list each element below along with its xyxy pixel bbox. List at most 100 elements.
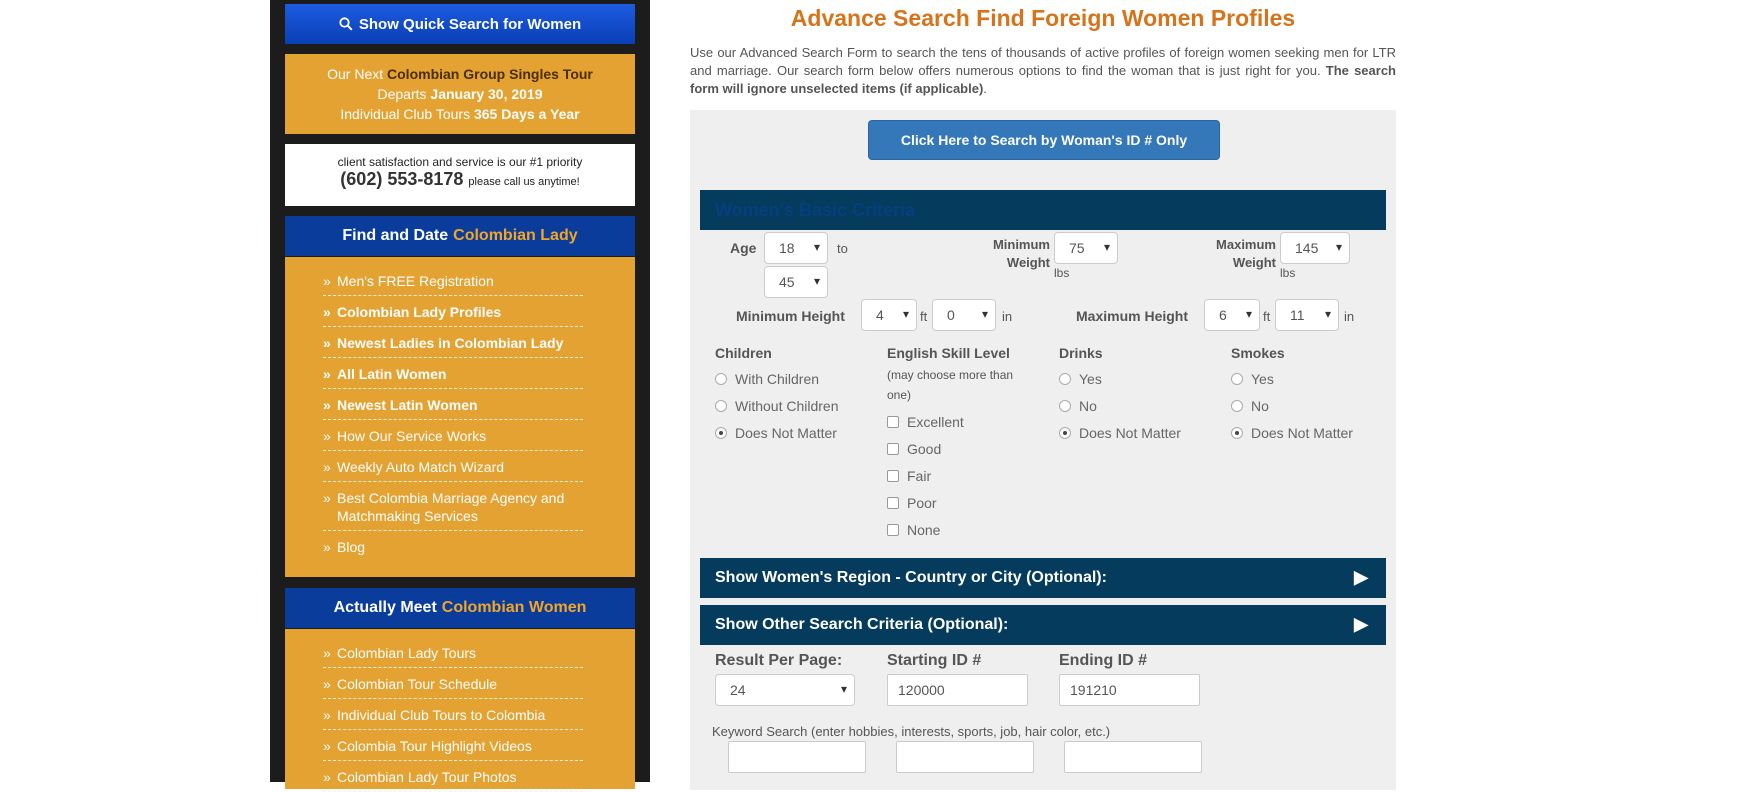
max-weight-value: 145 xyxy=(1295,240,1319,256)
radio-button[interactable] xyxy=(1059,400,1071,412)
english-option[interactable]: Fair xyxy=(887,468,931,484)
tour-line2-prefix: Departs xyxy=(377,86,427,102)
min-height-ft-unit: ft xyxy=(920,309,928,324)
min-weight-select[interactable]: 75 xyxy=(1054,232,1118,264)
sidebar-item-blog[interactable]: Blog xyxy=(323,531,583,561)
phone-box: client satisfaction and service is our #… xyxy=(285,144,635,206)
sidebar-item-auto-match[interactable]: Weekly Auto Match Wizard xyxy=(323,451,583,482)
sidebar-item-photos[interactable]: Colombian Lady Tour Photos xyxy=(323,761,583,792)
option-label: Yes xyxy=(1251,371,1274,387)
intro-end: . xyxy=(983,81,987,96)
play-arrow-icon: ▶ xyxy=(1354,567,1368,587)
heading-orange: Colombian Women xyxy=(441,599,587,616)
drinks-option[interactable]: Yes xyxy=(1059,371,1102,387)
search-by-id-button[interactable]: Click Here to Search by Woman's ID # Onl… xyxy=(868,120,1220,160)
radio-button[interactable] xyxy=(1059,373,1071,385)
max-height-in-select[interactable]: 11 xyxy=(1275,299,1339,331)
radio-button[interactable] xyxy=(1231,373,1243,385)
drinks-title: Drinks xyxy=(1059,345,1103,361)
result-per-page-value: 24 xyxy=(730,682,746,698)
min-height-ft-value: 4 xyxy=(876,307,884,323)
min-weight-label-1: Minimum xyxy=(992,237,1050,252)
starting-id-value: 120000 xyxy=(898,682,945,698)
min-height-in-unit: in xyxy=(1002,309,1013,324)
quick-search-button[interactable]: Show Quick Search for Women xyxy=(285,4,635,44)
children-option[interactable]: Without Children xyxy=(715,398,839,414)
checkbox[interactable] xyxy=(887,416,899,428)
heading-white: Find and Date xyxy=(342,227,449,244)
result-per-page-select[interactable]: 24 xyxy=(715,674,855,706)
option-label: Poor xyxy=(907,495,937,511)
region-toggle-bar[interactable]: Show Women's Region - Country or City (O… xyxy=(700,558,1386,598)
children-option[interactable]: With Children xyxy=(715,371,819,387)
min-height-label: Minimum Height xyxy=(736,308,845,324)
age-to-value: 45 xyxy=(779,274,795,290)
smokes-option[interactable]: Does Not Matter xyxy=(1231,425,1353,441)
option-label: Does Not Matter xyxy=(1251,425,1353,441)
min-height-ft-select[interactable]: 4 xyxy=(861,299,917,331)
keyword-input-2[interactable] xyxy=(896,741,1034,773)
ending-id-input[interactable]: 191210 xyxy=(1059,674,1200,706)
tour-name: Colombian Group Singles Tour xyxy=(387,66,593,82)
radio-button-selected[interactable] xyxy=(1231,427,1243,439)
sidebar-item-how-it-works[interactable]: How Our Service Works xyxy=(323,420,583,451)
max-height-ft-select[interactable]: 6 xyxy=(1204,299,1260,331)
checkbox[interactable] xyxy=(887,497,899,509)
sidebar-item-tours[interactable]: Colombian Lady Tours xyxy=(323,637,583,668)
children-option[interactable]: Does Not Matter xyxy=(715,425,837,441)
smokes-option[interactable]: No xyxy=(1231,398,1269,414)
sidebar-item-newest-latin[interactable]: Newest Latin Women xyxy=(323,389,583,420)
intro-body: Use our Advanced Search Form to search t… xyxy=(690,45,1396,78)
tour-promo[interactable]: Our Next Colombian Group Singles Tour De… xyxy=(285,54,635,134)
max-weight-label-1: Maximum xyxy=(1216,237,1276,252)
region-bar-label: Show Women's Region - Country or City (O… xyxy=(715,569,1107,586)
sidebar-item-videos[interactable]: Colombia Tour Highlight Videos xyxy=(323,730,583,761)
age-from-select[interactable]: 18 xyxy=(764,232,828,264)
phone-number[interactable]: (602) 553-8178 xyxy=(340,169,463,189)
max-height-ft-value: 6 xyxy=(1219,307,1227,323)
age-to-select[interactable]: 45 xyxy=(764,266,828,298)
checkbox[interactable] xyxy=(887,443,899,455)
starting-id-input[interactable]: 120000 xyxy=(887,674,1028,706)
other-criteria-toggle-bar[interactable]: Show Other Search Criteria (Optional): ▶ xyxy=(700,605,1386,645)
english-option[interactable]: Excellent xyxy=(887,414,964,430)
english-option[interactable]: None xyxy=(887,522,940,538)
sidebar-item-agency[interactable]: Best Colombia Marriage Agency and Matchm… xyxy=(323,482,583,531)
option-label: Without Children xyxy=(735,398,839,414)
section-meet-heading: Actually Meet Colombian Women xyxy=(285,588,635,628)
keyword-input-1[interactable] xyxy=(728,741,866,773)
radio-button-selected[interactable] xyxy=(715,427,727,439)
radio-button[interactable] xyxy=(715,373,727,385)
radio-button[interactable] xyxy=(1231,400,1243,412)
option-label: Does Not Matter xyxy=(735,425,837,441)
sidebar: Show Quick Search for Women Our Next Col… xyxy=(270,0,650,792)
max-weight-select[interactable]: 145 xyxy=(1280,232,1350,264)
phone-tagline: client satisfaction and service is our #… xyxy=(337,155,583,169)
sidebar-item-club-tours[interactable]: Individual Club Tours to Colombia xyxy=(323,699,583,730)
english-title: English Skill Level xyxy=(887,345,1010,361)
max-weight-label-2: Weight xyxy=(1232,255,1276,270)
drinks-option[interactable]: Does Not Matter xyxy=(1059,425,1181,441)
search-form: Click Here to Search by Woman's ID # Onl… xyxy=(690,110,1396,790)
checkbox[interactable] xyxy=(887,524,899,536)
min-height-in-select[interactable]: 0 xyxy=(932,299,996,331)
smokes-option[interactable]: Yes xyxy=(1231,371,1274,387)
children-title: Children xyxy=(715,345,772,361)
radio-button-selected[interactable] xyxy=(1059,427,1071,439)
main-content: Advance Search Find Foreign Women Profil… xyxy=(690,0,1396,790)
starting-id-label: Starting ID # xyxy=(887,652,982,669)
radio-button[interactable] xyxy=(715,400,727,412)
sidebar-item-registration[interactable]: Men's FREE Registration xyxy=(323,265,583,296)
drinks-option[interactable]: No xyxy=(1059,398,1097,414)
ending-id-value: 191210 xyxy=(1070,682,1117,698)
sidebar-item-profiles[interactable]: Colombian Lady Profiles xyxy=(323,296,583,327)
sidebar-item-all-latin[interactable]: All Latin Women xyxy=(323,358,583,389)
sidebar-item-tour-schedule[interactable]: Colombian Tour Schedule xyxy=(323,668,583,699)
keyword-input-3[interactable] xyxy=(1064,741,1202,773)
option-label: No xyxy=(1251,398,1269,414)
sidebar-item-newest-ladies[interactable]: Newest Ladies in Colombian Lady xyxy=(323,327,583,358)
checkbox[interactable] xyxy=(887,470,899,482)
max-height-label: Maximum Height xyxy=(1076,308,1189,324)
english-option[interactable]: Good xyxy=(887,441,941,457)
english-option[interactable]: Poor xyxy=(887,495,937,511)
